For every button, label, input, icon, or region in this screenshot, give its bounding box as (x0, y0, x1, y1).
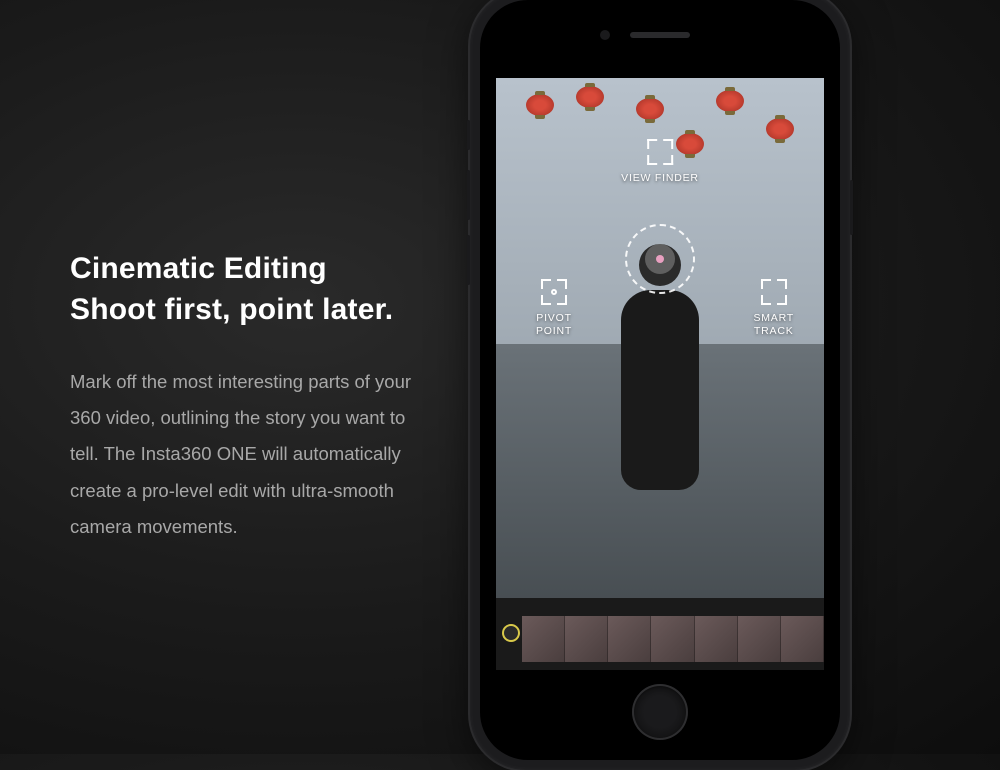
front-camera (600, 30, 610, 40)
thumbnail[interactable] (738, 616, 781, 662)
power-button (850, 180, 853, 235)
phone-column: VIEW FINDER PIVOT POINT (460, 0, 1000, 754)
thumbnail[interactable] (522, 616, 565, 662)
lantern-decoration (766, 118, 794, 140)
thumbnail[interactable] (565, 616, 608, 662)
mute-switch (467, 120, 470, 150)
thumbnail[interactable] (608, 616, 651, 662)
smart-track-icon (760, 278, 788, 306)
pivot-point-icon (540, 278, 568, 306)
app-screen[interactable]: VIEW FINDER PIVOT POINT (496, 78, 824, 670)
volume-up (467, 170, 470, 220)
pivot-point-tool[interactable]: PIVOT POINT (536, 278, 572, 337)
smart-track-tool[interactable]: SMART TRACK (753, 278, 794, 337)
feature-layout: Cinematic Editing Shoot first, point lat… (0, 0, 1000, 754)
home-button[interactable] (632, 684, 688, 740)
pivot-point-label: PIVOT POINT (536, 312, 572, 337)
phone-bezel: VIEW FINDER PIVOT POINT (480, 0, 840, 760)
phone-frame: VIEW FINDER PIVOT POINT (470, 0, 850, 770)
lantern-decoration (576, 86, 604, 108)
playhead[interactable] (502, 624, 520, 642)
feature-body: Mark off the most interesting parts of y… (70, 364, 430, 544)
timecode: 00:17 (646, 78, 674, 592)
heading-line-1: Cinematic Editing (70, 252, 327, 285)
thumbnail-strip[interactable] (522, 616, 824, 662)
lantern-decoration (716, 90, 744, 112)
heading-line-2: Shoot first, point later. (70, 293, 393, 326)
volume-down (467, 235, 470, 285)
thumbnail[interactable] (781, 616, 824, 662)
timeline[interactable] (496, 598, 824, 670)
text-column: Cinematic Editing Shoot first, point lat… (0, 209, 460, 544)
thumbnail[interactable] (651, 616, 694, 662)
lantern-decoration (526, 94, 554, 116)
feature-heading: Cinematic Editing Shoot first, point lat… (70, 249, 430, 330)
smart-track-label: SMART TRACK (753, 312, 794, 337)
thumbnail[interactable] (695, 616, 738, 662)
speaker-grille (630, 32, 690, 38)
